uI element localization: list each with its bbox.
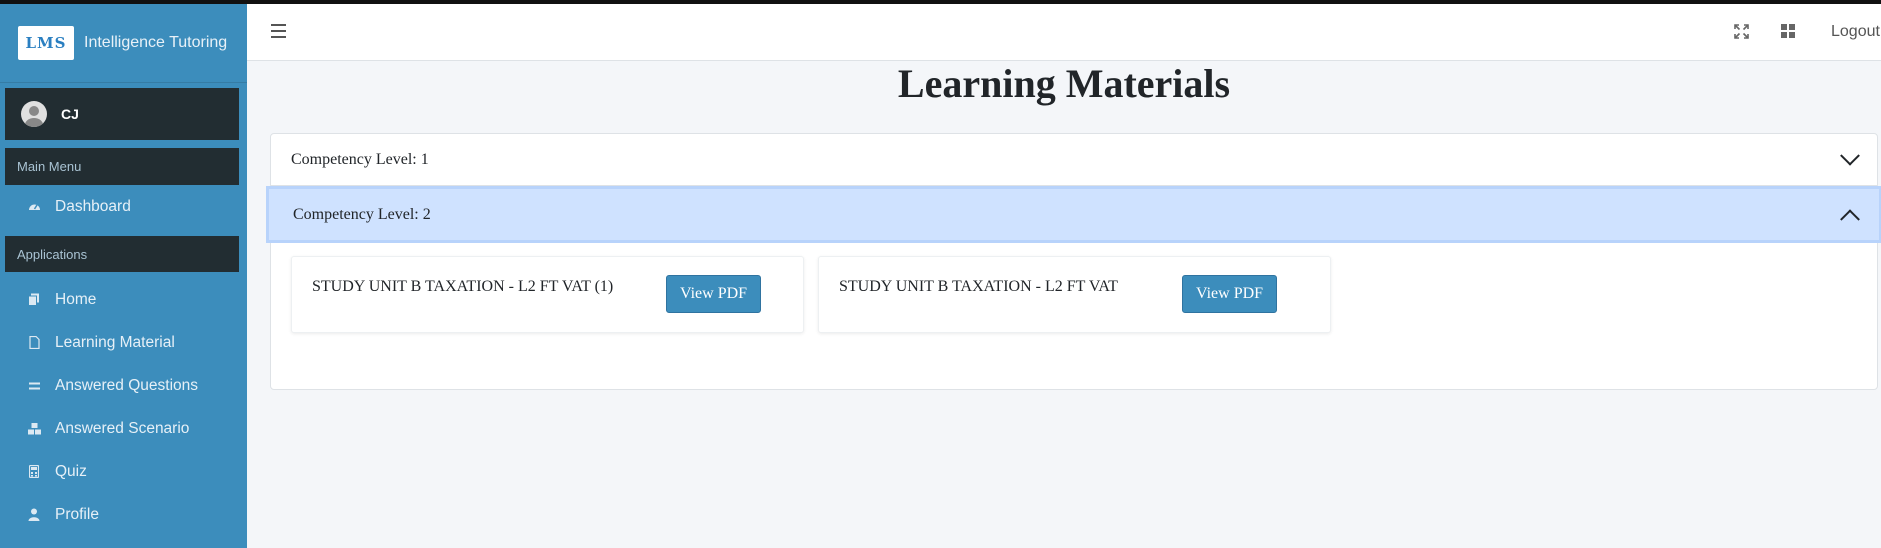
- sidebar: LMS Intelligence Tutoring CJ Main Menu D…: [0, 4, 247, 548]
- user-panel[interactable]: CJ: [5, 88, 239, 140]
- material-title: STUDY UNIT B TAXATION - L2 FT VAT (1): [312, 278, 614, 295]
- calculator-icon: [27, 465, 41, 479]
- view-pdf-button[interactable]: View PDF: [666, 275, 762, 313]
- avatar: [21, 101, 47, 127]
- accordion-header-level-2[interactable]: Competency Level: 2: [266, 186, 1881, 243]
- competency-accordion: Competency Level: 1 Competency Level: 2 …: [266, 133, 1881, 390]
- sidebar-item-dashboard[interactable]: Dashboard: [0, 185, 247, 228]
- material-card: STUDY UNIT B TAXATION - L2 FT VAT (1) Vi…: [291, 256, 804, 333]
- sidebar-item-profile[interactable]: Profile: [0, 493, 247, 536]
- sidebar-item-label: Home: [55, 290, 97, 308]
- sidebar-item-label: Quiz: [55, 462, 87, 480]
- equals-icon: [27, 379, 41, 393]
- accordion-header-level-1[interactable]: Competency Level: 1: [271, 134, 1877, 186]
- file-icon: [27, 336, 41, 350]
- brand-name: Intelligence Tutoring: [84, 34, 228, 51]
- sidebar-item-label: Learning Material: [55, 333, 175, 351]
- accordion-header-label: Competency Level: 2: [293, 205, 431, 223]
- page-title: Learning Materials: [897, 61, 1231, 106]
- logo-text: LMS: [25, 34, 67, 52]
- dashboard-icon: [27, 200, 41, 214]
- fullscreen-icon[interactable]: [1733, 23, 1749, 39]
- view-pdf-button[interactable]: View PDF: [1182, 275, 1278, 313]
- brand[interactable]: LMS Intelligence Tutoring: [0, 4, 247, 83]
- main-menu-header: Main Menu: [5, 148, 239, 185]
- sidebar-item-home[interactable]: Home: [0, 278, 247, 321]
- sidebar-item-label: Profile: [55, 505, 99, 523]
- accordion-header-label: Competency Level: 1: [291, 150, 429, 168]
- sidebar-item-label: Dashboard: [55, 197, 131, 215]
- brand-logo: LMS: [18, 26, 74, 60]
- copy-icon: [27, 293, 41, 307]
- boxes-icon: [27, 422, 41, 436]
- user-name: CJ: [61, 106, 79, 122]
- applications-header: Applications: [5, 236, 239, 272]
- sidebar-item-learning-material[interactable]: Learning Material: [0, 321, 247, 364]
- material-card: STUDY UNIT B TAXATION - L2 FT VAT View P…: [818, 256, 1331, 333]
- sidebar-item-answered-questions[interactable]: Answered Questions: [0, 364, 247, 407]
- user-icon: [27, 508, 41, 522]
- sidebar-item-quiz[interactable]: Quiz: [0, 450, 247, 493]
- sidebar-item-label: Answered Questions: [55, 376, 199, 394]
- chevron-down-icon: [1840, 145, 1860, 166]
- logout-link[interactable]: Logout: [1831, 23, 1880, 41]
- top-navbar: Logout: [247, 4, 1881, 61]
- sidebar-item-label: Answered Scenario: [55, 419, 190, 437]
- material-title: STUDY UNIT B TAXATION - L2 FT VAT: [839, 278, 1118, 295]
- menu-toggle-icon[interactable]: [271, 24, 286, 38]
- chevron-up-icon: [1840, 208, 1860, 229]
- apps-grid-icon[interactable]: [1780, 23, 1796, 39]
- sidebar-item-answered-scenario[interactable]: Answered Scenario: [0, 407, 247, 450]
